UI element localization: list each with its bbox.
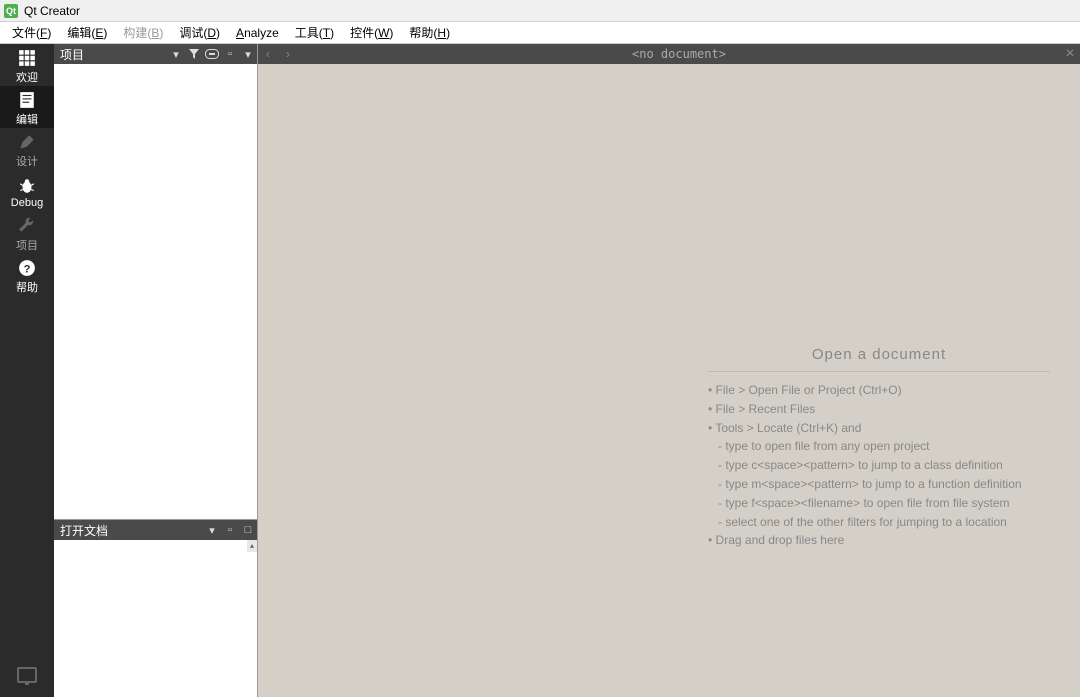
projects-panel-header: 项目 ▾ ▫ ▾ — [54, 44, 257, 64]
mode-design[interactable]: 设计 — [0, 128, 54, 170]
document-label: <no document> — [298, 47, 1060, 61]
menu-analyze[interactable]: Analyze — [228, 24, 287, 42]
document-icon — [18, 91, 36, 109]
split-icon[interactable]: ▫ — [221, 45, 239, 63]
mode-debug-label: Debug — [11, 197, 43, 209]
hint-sub-1: type c<space><pattern> to jump to a clas… — [708, 457, 1050, 474]
mode-design-label: 设计 — [16, 153, 38, 169]
hint-sub-0: type to open file from any open project — [708, 438, 1050, 455]
projects-dropdown-icon[interactable]: ▾ — [167, 45, 185, 63]
open-docs-header: 打开文档 ▾ ▫ □ — [54, 520, 257, 540]
mode-edit[interactable]: 编辑 — [0, 86, 54, 128]
menu-tools[interactable]: 工具(T) — [287, 22, 342, 43]
open-docs-list[interactable]: ▴ — [54, 540, 257, 697]
editor-body[interactable]: Open a document File > Open File or Proj… — [258, 64, 1080, 697]
open-docs-title: 打开文档 — [60, 522, 108, 539]
editor-toolbar: ‹ › <no document> × — [258, 44, 1080, 64]
mode-help-label: 帮助 — [16, 279, 38, 295]
mode-debug[interactable]: Debug — [0, 170, 54, 212]
link-icon[interactable] — [203, 45, 221, 63]
question-icon: ? — [18, 259, 36, 277]
open-docs-close-icon[interactable]: □ — [239, 521, 257, 539]
hint-sub-2: type m<space><pattern> to jump to a func… — [708, 476, 1050, 493]
hint-drag: Drag and drop files here — [708, 532, 1050, 549]
nav-back-button[interactable]: ‹ — [258, 44, 278, 64]
editor-placeholder: Open a document File > Open File or Proj… — [708, 344, 1050, 551]
window-title: Qt Creator — [24, 4, 80, 18]
projects-tree[interactable] — [54, 64, 257, 520]
grid-icon — [18, 49, 36, 67]
close-document-button[interactable]: × — [1060, 45, 1080, 63]
menu-edit[interactable]: 编辑(E) — [59, 22, 115, 43]
wrench-icon — [18, 217, 36, 235]
open-docs-dropdown-icon[interactable]: ▾ — [203, 521, 221, 539]
svg-text:?: ? — [24, 263, 31, 275]
menu-debug[interactable]: 调试(D) — [171, 22, 228, 43]
output-pane-button[interactable] — [0, 653, 54, 697]
menubar: 文件(F) 编辑(E) 构建(B) 调试(D) Analyze 工具(T) 控件… — [0, 22, 1080, 44]
hint-sub-4: select one of the other filters for jump… — [708, 514, 1050, 531]
mode-welcome[interactable]: 欢迎 — [0, 44, 54, 86]
scroll-up-icon[interactable]: ▴ — [247, 540, 257, 552]
mode-projects[interactable]: 项目 — [0, 212, 54, 254]
mode-welcome-label: 欢迎 — [16, 69, 38, 85]
mode-edit-label: 编辑 — [16, 111, 38, 127]
pencil-icon — [18, 133, 36, 151]
bug-icon — [18, 177, 36, 195]
menu-help[interactable]: 帮助(H) — [401, 22, 458, 43]
hint-locate: Tools > Locate (Ctrl+K) and — [708, 420, 1050, 437]
hint-sub-3: type f<space><filename> to open file fro… — [708, 495, 1050, 512]
app-icon: Qt — [4, 4, 18, 18]
placeholder-title: Open a document — [708, 344, 1050, 365]
nav-forward-button[interactable]: › — [278, 44, 298, 64]
menu-window[interactable]: 控件(W) — [342, 22, 401, 43]
hint-recent: File > Recent Files — [708, 401, 1050, 418]
projects-panel-title: 项目 — [60, 46, 84, 63]
close-panel-icon[interactable]: ▾ — [239, 45, 257, 63]
titlebar: Qt Qt Creator — [0, 0, 1080, 22]
mode-projects-label: 项目 — [16, 237, 38, 253]
menu-build: 构建(B) — [115, 22, 171, 43]
open-docs-split-icon[interactable]: ▫ — [221, 521, 239, 539]
hint-open-file: File > Open File or Project (Ctrl+O) — [708, 382, 1050, 399]
mode-selector: 欢迎 编辑 设计 Debug 项目 ? 帮助 — [0, 44, 54, 697]
filter-icon[interactable] — [185, 45, 203, 63]
monitor-icon — [17, 667, 37, 683]
menu-file[interactable]: 文件(F) — [4, 22, 59, 43]
mode-help[interactable]: ? 帮助 — [0, 254, 54, 296]
